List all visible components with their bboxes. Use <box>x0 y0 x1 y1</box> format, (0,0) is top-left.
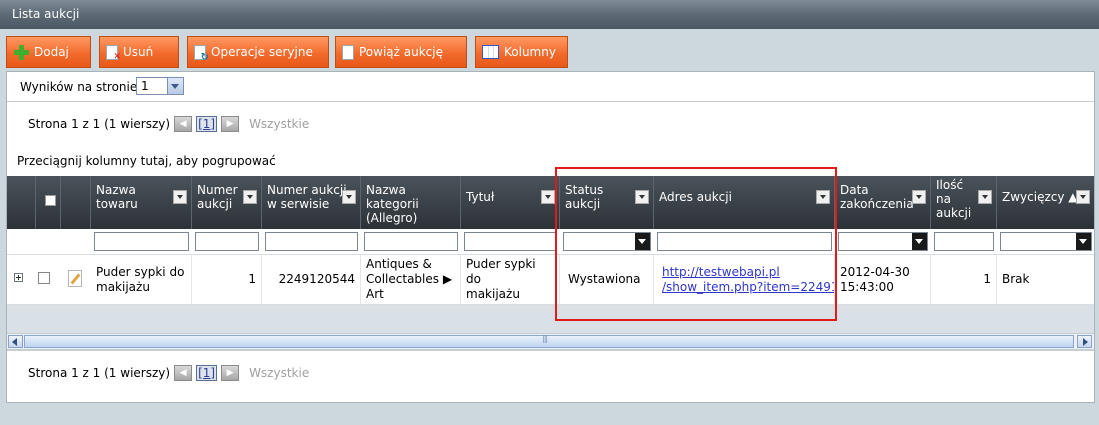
header-title[interactable]: Tytuł <box>461 176 560 229</box>
chevron-down-icon[interactable] <box>635 233 650 250</box>
header-service-number[interactable]: Numer aukcji w serwisie <box>262 176 361 229</box>
table-row: Puder sypki do makijażu 1 2249120544 Anti… <box>7 255 1094 305</box>
chevron-down-icon[interactable] <box>167 78 183 94</box>
column-menu-icon[interactable] <box>1076 190 1090 204</box>
plus-icon <box>13 44 29 60</box>
filter-end-date-select[interactable] <box>838 232 928 251</box>
columns-button[interactable]: Kolumny <box>475 36 568 68</box>
cell-title: Puder sypki do makijażu <box>461 255 560 304</box>
column-menu-icon[interactable] <box>342 190 356 204</box>
filter-address-input[interactable] <box>657 232 832 251</box>
next-page-button[interactable]: ▶ <box>221 365 240 381</box>
link-auction-button[interactable]: Powiąż aukcję <box>335 36 467 68</box>
scroll-left-icon[interactable] <box>8 335 23 348</box>
cell-service-number: 2249120544 <box>262 255 361 304</box>
header-expand-col <box>7 176 36 229</box>
scroll-right-icon[interactable] <box>1077 335 1092 348</box>
auction-list-panel: Wyników na stronie: 1 Strona 1 z 1 (1 wi… <box>6 71 1095 403</box>
divider <box>7 350 1094 351</box>
column-menu-icon[interactable] <box>978 190 992 204</box>
header-end-date[interactable]: Data zakończenia <box>835 176 931 229</box>
show-all-link[interactable]: Wszystkie <box>249 117 309 131</box>
pager-top: Strona 1 z 1 (1 wierszy) ◀ [1] ▶ Wszystk… <box>28 114 309 134</box>
auction-link[interactable]: http://testwebapi.pl <box>662 265 780 279</box>
refresh-document-icon <box>194 44 209 63</box>
chevron-down-icon[interactable] <box>912 233 927 250</box>
edit-icon[interactable] <box>68 270 82 287</box>
prev-page-button[interactable]: ◀ <box>174 116 193 132</box>
header-address[interactable]: Adres aukcji <box>654 176 835 229</box>
pager-text: Strona 1 z 1 (1 wierszy) <box>28 366 171 380</box>
auction-link-cont[interactable]: /show_item.php?item=2249120 <box>662 280 834 294</box>
chevron-down-icon[interactable] <box>1076 233 1091 250</box>
grid-header: Nazwa towaru Numer aukcji Numer aukcji w se… <box>7 176 1094 229</box>
cell-end-date: 2012-04-30 15:43:00 <box>835 255 931 304</box>
bulk-operations-label: Operacje seryjne <box>211 45 313 59</box>
link-auction-label: Powiąż aukcję <box>359 45 443 59</box>
cell-status: Wystawiona <box>560 255 654 304</box>
cell-category: Antiques & Collectables ▶ Art <box>361 255 461 304</box>
bulk-operations-button[interactable]: Operacje seryjne <box>187 36 329 68</box>
column-menu-icon[interactable] <box>912 190 926 204</box>
grid-empty-area <box>7 305 1094 333</box>
expand-row-icon[interactable] <box>14 273 23 282</box>
delete-button[interactable]: Usuń <box>99 36 179 68</box>
filter-service-number-input[interactable] <box>265 232 358 251</box>
columns-icon <box>482 45 499 59</box>
header-category[interactable]: Nazwa kategorii (Allegro) <box>361 176 461 229</box>
header-number[interactable]: Numer aukcji <box>192 176 262 229</box>
header-name[interactable]: Nazwa towaru <box>91 176 192 229</box>
header-edit-col <box>61 176 91 229</box>
column-menu-icon[interactable] <box>173 190 187 204</box>
cell-winner: Brak <box>1002 272 1030 286</box>
filter-name-input[interactable] <box>94 232 189 251</box>
select-all-checkbox[interactable] <box>45 195 56 206</box>
prev-page-button[interactable]: ◀ <box>174 365 193 381</box>
header-winner[interactable]: Zwycięzcy ▲ <box>997 176 1094 229</box>
filter-title-input[interactable] <box>464 232 557 251</box>
window-title: Lista aukcji <box>0 0 1099 29</box>
results-per-page-select[interactable]: 1 <box>136 77 184 95</box>
results-per-page-label: Wyników na stronie: <box>20 80 142 94</box>
row-checkbox[interactable] <box>38 272 50 284</box>
delete-button-label: Usuń <box>123 45 154 59</box>
cell-number: 1 <box>192 255 262 304</box>
divider <box>7 101 1094 102</box>
next-page-button[interactable]: ▶ <box>221 116 240 132</box>
horizontal-scrollbar[interactable] <box>7 333 1094 350</box>
add-button[interactable]: Dodaj <box>6 36 91 68</box>
results-per-page-value: 1 <box>141 79 149 93</box>
filter-number-input[interactable] <box>195 232 259 251</box>
column-menu-icon[interactable] <box>243 190 257 204</box>
filter-quantity-input[interactable] <box>934 232 994 251</box>
columns-button-label: Kolumny <box>504 45 556 59</box>
group-drop-zone[interactable]: Przeciągnij kolumny tutaj, aby pogrupowa… <box>17 154 276 168</box>
filter-winner-select[interactable] <box>1000 232 1092 251</box>
cell-name: Puder sypki do makijażu <box>91 255 192 304</box>
pager-text: Strona 1 z 1 (1 wierszy) <box>28 117 171 131</box>
page-1-link[interactable]: [1] <box>196 116 218 132</box>
header-status[interactable]: Status aukcji <box>560 176 654 229</box>
pager-bottom: Strona 1 z 1 (1 wierszy) ◀ [1] ▶ Wszystk… <box>28 363 309 383</box>
filter-row <box>7 229 1094 255</box>
scrollbar-thumb[interactable] <box>24 334 1074 348</box>
add-button-label: Dodaj <box>34 45 69 59</box>
cell-address: http://testwebapi.pl/show_item.php?item=… <box>654 255 835 304</box>
page-1-link[interactable]: [1] <box>196 365 218 381</box>
filter-category-input[interactable] <box>364 232 458 251</box>
header-select-col <box>36 176 61 229</box>
delete-document-icon <box>106 44 121 62</box>
column-menu-icon[interactable] <box>816 190 830 204</box>
column-menu-icon[interactable] <box>635 190 649 204</box>
cell-quantity: 1 <box>931 255 997 304</box>
show-all-link[interactable]: Wszystkie <box>249 366 309 380</box>
document-icon <box>342 44 354 60</box>
column-menu-icon[interactable] <box>541 190 555 204</box>
header-quantity[interactable]: Ilość na aukcji <box>931 176 997 229</box>
filter-status-select[interactable] <box>563 232 651 251</box>
